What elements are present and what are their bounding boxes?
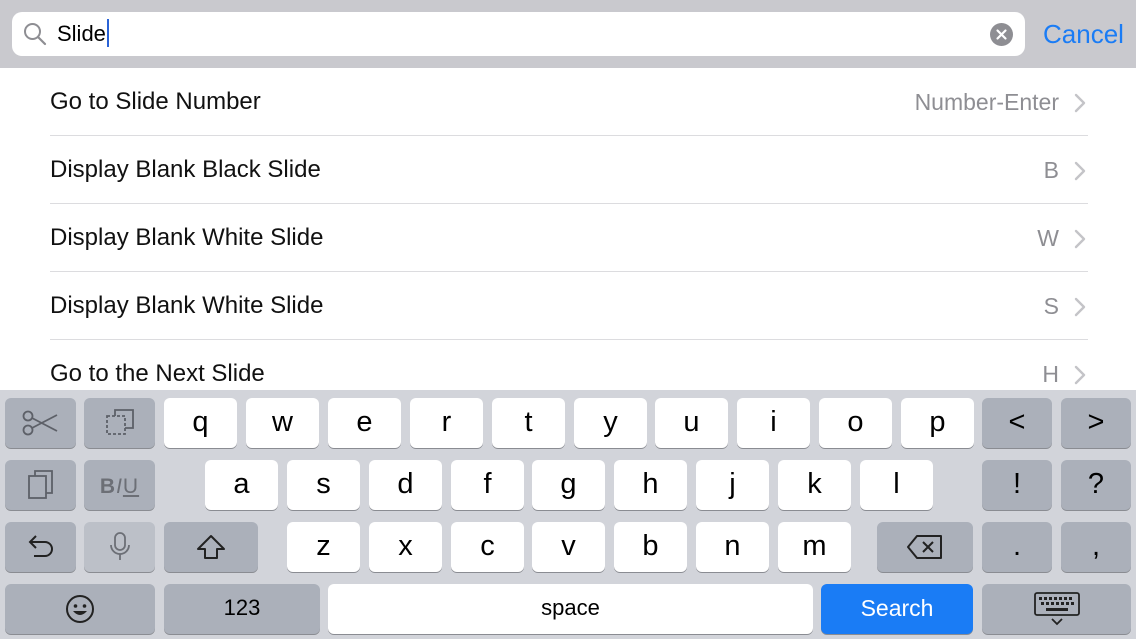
chevron-right-icon bbox=[1074, 161, 1086, 181]
chevron-right-icon bbox=[1074, 93, 1086, 113]
dismiss-keyboard-key[interactable] bbox=[982, 584, 1131, 634]
key-p[interactable]: p bbox=[901, 398, 974, 448]
emoji-key[interactable] bbox=[5, 584, 155, 634]
cancel-button[interactable]: Cancel bbox=[1043, 12, 1124, 56]
clear-icon bbox=[996, 29, 1007, 40]
dismiss-keyboard-icon bbox=[1033, 592, 1080, 626]
chevron-right-icon bbox=[1074, 297, 1086, 317]
list-item-label: Display Blank Black Slide bbox=[50, 156, 321, 183]
paste-key[interactable] bbox=[5, 460, 76, 510]
cursor-left-key[interactable]: < bbox=[982, 398, 1052, 448]
key-h[interactable]: h bbox=[614, 460, 687, 510]
list-item-label: Display Blank White Slide bbox=[50, 292, 324, 319]
key-t[interactable]: t bbox=[492, 398, 565, 448]
key-j[interactable]: j bbox=[696, 460, 769, 510]
list-item[interactable]: Display Blank White Slide W bbox=[50, 204, 1088, 272]
microphone-icon bbox=[109, 532, 130, 560]
key-y[interactable]: y bbox=[574, 398, 647, 448]
paste-icon bbox=[27, 470, 53, 499]
shift-key[interactable] bbox=[164, 522, 258, 572]
cursor-right-key[interactable]: > bbox=[1061, 398, 1131, 448]
search-input-value: Slide bbox=[57, 21, 106, 46]
dictation-key[interactable] bbox=[84, 522, 155, 572]
list-item[interactable]: Display Blank Black Slide B bbox=[50, 136, 1088, 204]
period-key[interactable]: . bbox=[982, 522, 1052, 572]
list-item[interactable]: Display Blank White Slide S bbox=[50, 272, 1088, 340]
search-field[interactable] bbox=[12, 12, 1025, 56]
key-f[interactable]: f bbox=[451, 460, 524, 510]
cut-key[interactable] bbox=[5, 398, 76, 448]
key-w[interactable]: w bbox=[246, 398, 319, 448]
italic-label: I bbox=[116, 475, 123, 498]
text-caret bbox=[106, 19, 109, 48]
list-item-shortcut: W bbox=[1037, 225, 1059, 251]
comma-key[interactable]: , bbox=[1061, 522, 1131, 572]
question-key[interactable]: ? bbox=[1061, 460, 1131, 510]
backspace-icon bbox=[907, 535, 942, 559]
undo-key[interactable] bbox=[5, 522, 76, 572]
search-icon bbox=[24, 23, 47, 46]
chevron-right-icon bbox=[1074, 229, 1086, 249]
key-s[interactable]: s bbox=[287, 460, 360, 510]
bold-italic-underline-label: BIU bbox=[100, 475, 139, 498]
search-bar: Slide Cancel bbox=[0, 0, 1136, 68]
key-i[interactable]: i bbox=[737, 398, 810, 448]
shift-icon bbox=[197, 535, 225, 559]
copy-icon bbox=[105, 409, 134, 435]
undo-icon bbox=[28, 535, 53, 557]
copy-key[interactable] bbox=[84, 398, 155, 448]
key-a[interactable]: a bbox=[205, 460, 278, 510]
underline-label: U bbox=[122, 475, 140, 498]
clear-search-button[interactable] bbox=[990, 23, 1013, 46]
numbers-key[interactable]: 123 bbox=[164, 584, 320, 634]
backspace-key[interactable] bbox=[877, 522, 973, 572]
key-b[interactable]: b bbox=[614, 522, 687, 572]
list-item-shortcut: Number-Enter bbox=[914, 89, 1059, 115]
key-r[interactable]: r bbox=[410, 398, 483, 448]
search-input[interactable]: Slide bbox=[57, 12, 109, 56]
key-o[interactable]: o bbox=[819, 398, 892, 448]
keyboard: q w e r t y u i o p < > BIU a s d f g h … bbox=[0, 390, 1136, 639]
space-key[interactable]: space bbox=[328, 584, 813, 634]
exclamation-key[interactable]: ! bbox=[982, 460, 1052, 510]
bold-label: B bbox=[99, 475, 117, 498]
key-k[interactable]: k bbox=[778, 460, 851, 510]
search-key[interactable]: Search bbox=[821, 584, 973, 634]
key-g[interactable]: g bbox=[532, 460, 605, 510]
key-u[interactable]: u bbox=[655, 398, 728, 448]
key-z[interactable]: z bbox=[287, 522, 360, 572]
format-key[interactable]: BIU bbox=[84, 460, 155, 510]
list-item[interactable]: Go to Slide Number Number-Enter bbox=[50, 68, 1088, 136]
key-c[interactable]: c bbox=[451, 522, 524, 572]
cut-icon bbox=[22, 410, 57, 436]
list-item-shortcut: B bbox=[1043, 157, 1059, 183]
key-v[interactable]: v bbox=[532, 522, 605, 572]
key-d[interactable]: d bbox=[369, 460, 442, 510]
key-l[interactable]: l bbox=[860, 460, 933, 510]
list-item-shortcut: S bbox=[1043, 293, 1059, 319]
key-n[interactable]: n bbox=[696, 522, 769, 572]
key-e[interactable]: e bbox=[328, 398, 401, 448]
list-item-label: Go to Slide Number bbox=[50, 88, 261, 115]
emoji-icon bbox=[66, 595, 94, 623]
key-q[interactable]: q bbox=[164, 398, 237, 448]
list-item-label: Display Blank White Slide bbox=[50, 224, 324, 251]
chevron-right-icon bbox=[1074, 365, 1086, 385]
key-m[interactable]: m bbox=[778, 522, 851, 572]
key-x[interactable]: x bbox=[369, 522, 442, 572]
